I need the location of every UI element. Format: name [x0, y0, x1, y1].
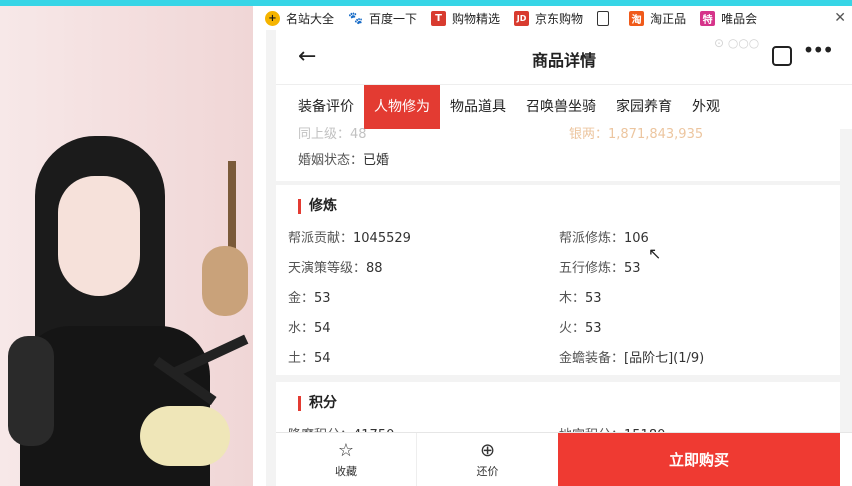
bookmark-item[interactable]: 🐾 百度一下: [348, 10, 417, 27]
cultivation-label: 天演策等级：: [288, 261, 367, 276]
star-icon: ☆: [337, 440, 355, 461]
cultivation-label: 木：: [559, 291, 586, 306]
cultivation-value: 53: [585, 321, 602, 336]
more-icon[interactable]: •••: [803, 38, 834, 62]
cultivation-label: 金：: [288, 291, 315, 306]
cultivation-value: 53: [585, 291, 602, 306]
bookmark-item[interactable]: T 购物精选: [431, 10, 500, 27]
marriage-value: 已婚: [363, 153, 390, 168]
cultivation-value: 53: [314, 291, 331, 306]
bookmark-2-icon: T: [431, 10, 447, 26]
bookmark-item[interactable]: + 名站大全: [265, 10, 334, 27]
cultivation-value: 54: [314, 351, 331, 366]
bookmark-item[interactable]: 特 唯品会: [700, 10, 757, 27]
cultivation-left-4: 土：54: [288, 347, 331, 366]
cultivation-right-1: 五行修炼：53: [559, 257, 641, 276]
guitar-body: [202, 246, 248, 316]
bookmark-0-icon: +: [265, 10, 280, 26]
bookmark-label: 名站大全: [286, 11, 335, 26]
cultivation-label: 土：: [288, 351, 315, 366]
page-icon: [597, 10, 610, 26]
cultivation-label: 金蟾装备：: [559, 351, 625, 366]
cultivation-label: 五行修炼：: [559, 261, 625, 276]
profile-card: 同上级：48 银两：1,871,843,935 婚姻状态：已婚: [276, 127, 840, 181]
favorite-button[interactable]: ☆ 收藏: [276, 433, 417, 486]
cultivation-left-0: 帮派贡献：1045529: [288, 227, 411, 246]
cultivation-value: 88: [366, 261, 383, 276]
bookmark-label: 百度一下: [369, 11, 418, 26]
tab-items[interactable]: 物品道具: [440, 85, 516, 130]
bargain-label: 还价: [476, 465, 499, 478]
cultivation-label: 水：: [288, 321, 315, 336]
bargain-button[interactable]: ⊕ 还价: [417, 433, 558, 486]
marriage-label: 婚姻状态：: [298, 153, 364, 168]
microphone: [8, 336, 54, 446]
bookmark-item[interactable]: 淘 淘正品: [629, 10, 686, 27]
product-detail-page: ← 商品详情 ••• 装备评价 人物修为 物品道具 召唤兽坐骑 家园养育 外观 …: [266, 30, 852, 486]
cultivation-value: 106: [624, 231, 649, 246]
bookmark-bar: + 名站大全 🐾 百度一下 T 购物精选 JD 京东购物 淘 淘正品 特 唯品会…: [253, 6, 852, 30]
cultivation-label: 火：: [559, 321, 586, 336]
mouse-cursor-icon: ↖: [648, 244, 662, 263]
bookmark-label: 淘正品: [650, 11, 687, 26]
marriage-row: 婚姻状态：已婚: [298, 149, 389, 168]
partial-right-row: 银两：1,871,843,935: [569, 127, 704, 142]
bookmark-label: 唯品会: [721, 11, 758, 26]
bookmark-item[interactable]: [597, 10, 615, 26]
screen: + 名站大全 🐾 百度一下 T 购物精选 JD 京东购物 淘 淘正品 特 唯品会…: [0, 0, 852, 486]
buy-now-button[interactable]: 立即购买: [558, 433, 840, 486]
cultivation-value: 54: [314, 321, 331, 336]
bookmark-3-icon: JD: [514, 10, 530, 26]
bookmark-4-icon: 淘: [629, 10, 645, 26]
partial-left-row: 同上级：48: [298, 127, 367, 142]
cultivation-card: 修炼 帮派贡献：1045529 天演策等级：88 金：53 水：54 土：54 …: [276, 185, 840, 375]
tab-character-cultivation[interactable]: 人物修为: [364, 84, 440, 130]
cultivation-right-0: 帮派修炼：106: [559, 227, 649, 246]
bookmark-5-icon: 特: [700, 10, 716, 26]
watermark-logo: ⊙ ○○○: [714, 36, 760, 50]
page-title: 商品详情: [531, 51, 596, 70]
cultivation-value: [品阶七](1/9): [624, 351, 705, 366]
share-icon[interactable]: [772, 46, 792, 66]
cultivation-title: 修炼: [298, 199, 337, 214]
bookmark-item[interactable]: JD 京东购物: [514, 10, 583, 27]
price-tag-icon: ⊕: [479, 440, 496, 461]
cultivation-label: 帮派修炼：: [559, 231, 625, 246]
webcam-overlay: [0, 6, 253, 486]
cultivation-value: 1045529: [353, 231, 411, 246]
cultivation-label: 帮派贡献：: [288, 231, 354, 246]
bookmark-1-icon: 🐾: [348, 10, 364, 26]
bottom-action-bar: ☆ 收藏 ⊕ 还价 立即购买: [276, 432, 852, 486]
streamer-face: [58, 176, 140, 296]
top-navigation: ← 商品详情 •••: [276, 30, 852, 84]
plush-toy: [140, 406, 230, 466]
cultivation-value: 53: [624, 261, 641, 276]
cultivation-left-3: 水：54: [288, 317, 331, 336]
bookmark-label: 购物精选: [452, 11, 501, 26]
favorite-label: 收藏: [335, 465, 357, 478]
cultivation-right-3: 火：53: [559, 317, 602, 336]
cultivation-left-1: 天演策等级：88: [288, 257, 383, 276]
bookmark-label: 京东购物: [535, 11, 584, 26]
points-title: 积分: [298, 396, 337, 411]
cultivation-right-2: 木：53: [559, 287, 602, 306]
cultivation-left-2: 金：53: [288, 287, 331, 306]
close-icon[interactable]: ✕: [834, 10, 846, 26]
cultivation-right-4: 金蟾装备：[品阶七](1/9): [559, 347, 704, 366]
guitar-neck: [228, 161, 236, 256]
